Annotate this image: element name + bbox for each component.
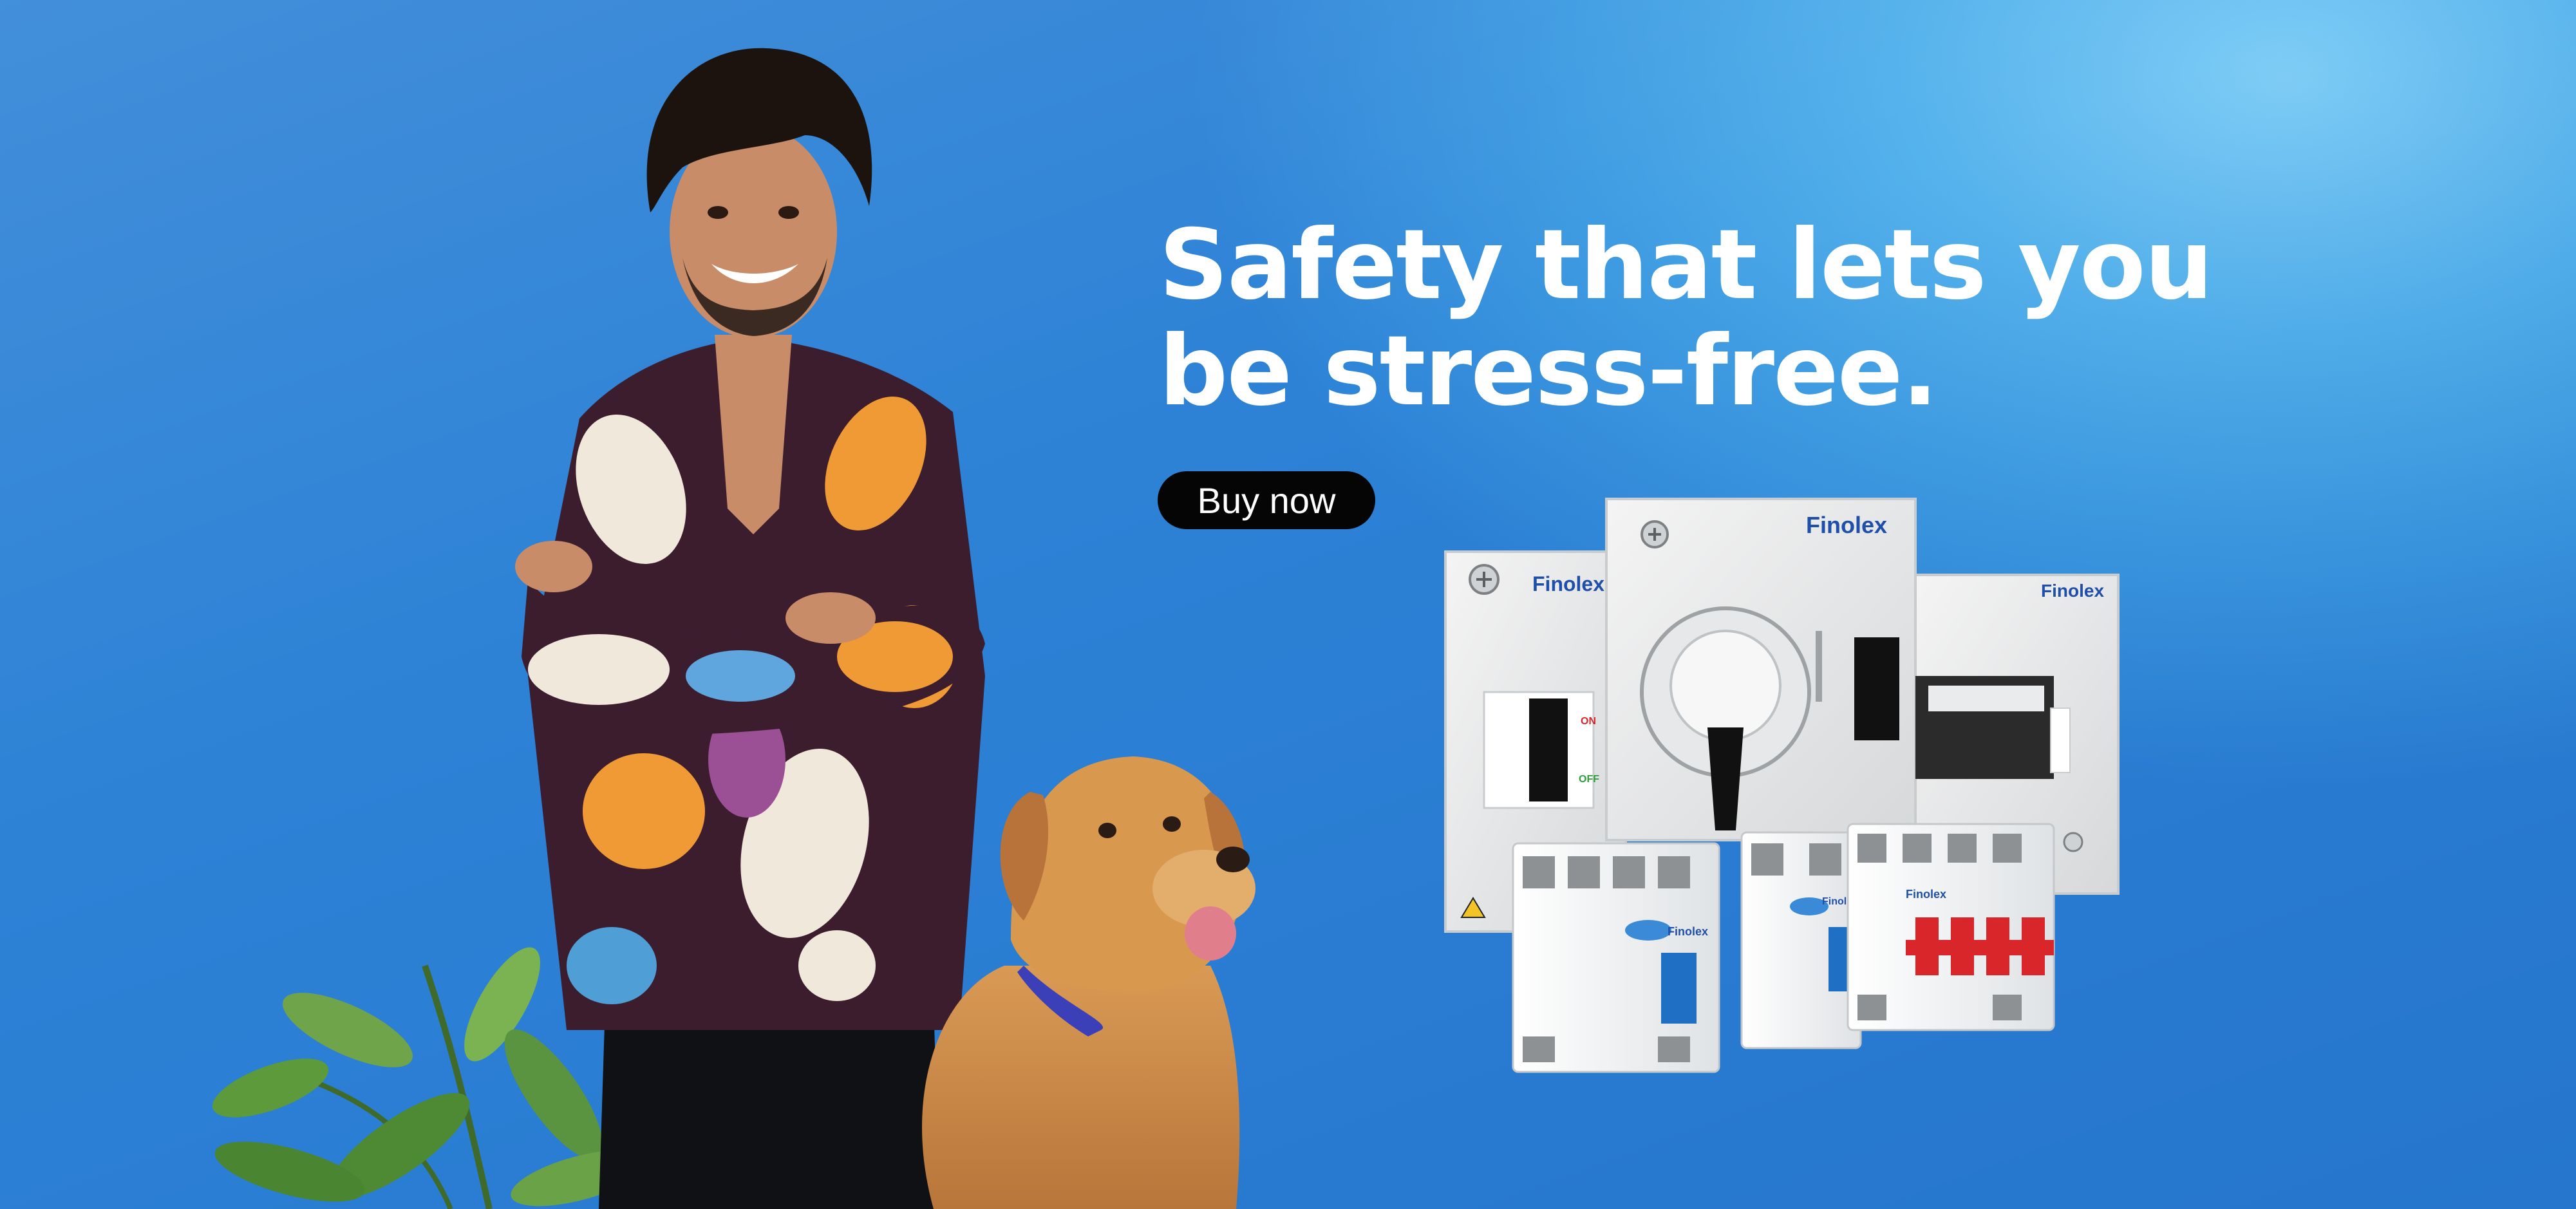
brand-label-centre: Finolex xyxy=(1806,512,1887,538)
brand-label-right: Finolex xyxy=(2041,581,2104,601)
switch-off-label: OFF xyxy=(1579,774,1599,785)
brand-label-left: Finolex xyxy=(1532,572,1604,595)
product-group: Finolex ON OFF Finolex Finolex Finolex F… xyxy=(1444,498,2120,1073)
hero-banner: Finolex ON OFF Finolex Finolex Finolex F… xyxy=(0,0,2576,1209)
headline-line-2: be stress-free. xyxy=(1159,315,1939,427)
brand-label-mcb: Finolex xyxy=(1906,888,1946,901)
rccb-module-2: Finolex xyxy=(1740,831,1862,1049)
headline-line-1: Safety that lets you xyxy=(1159,209,2214,321)
rccb-module-1: Finolex xyxy=(1512,842,1720,1073)
hero-headline: Safety that lets you be stress-free. xyxy=(1159,209,2214,427)
switch-on-label: ON xyxy=(1581,716,1596,727)
person-illustration xyxy=(515,48,985,1209)
hero-scene: Finolex ON OFF Finolex Finolex Finolex F… xyxy=(212,48,2120,1209)
brand-label-rccb1: Finolex xyxy=(1668,925,1708,938)
buy-now-button[interactable]: Buy now xyxy=(1158,471,1375,529)
enclosure-centre: Finolex xyxy=(1605,498,1917,841)
mcb-module: Finolex xyxy=(1847,823,2055,1031)
